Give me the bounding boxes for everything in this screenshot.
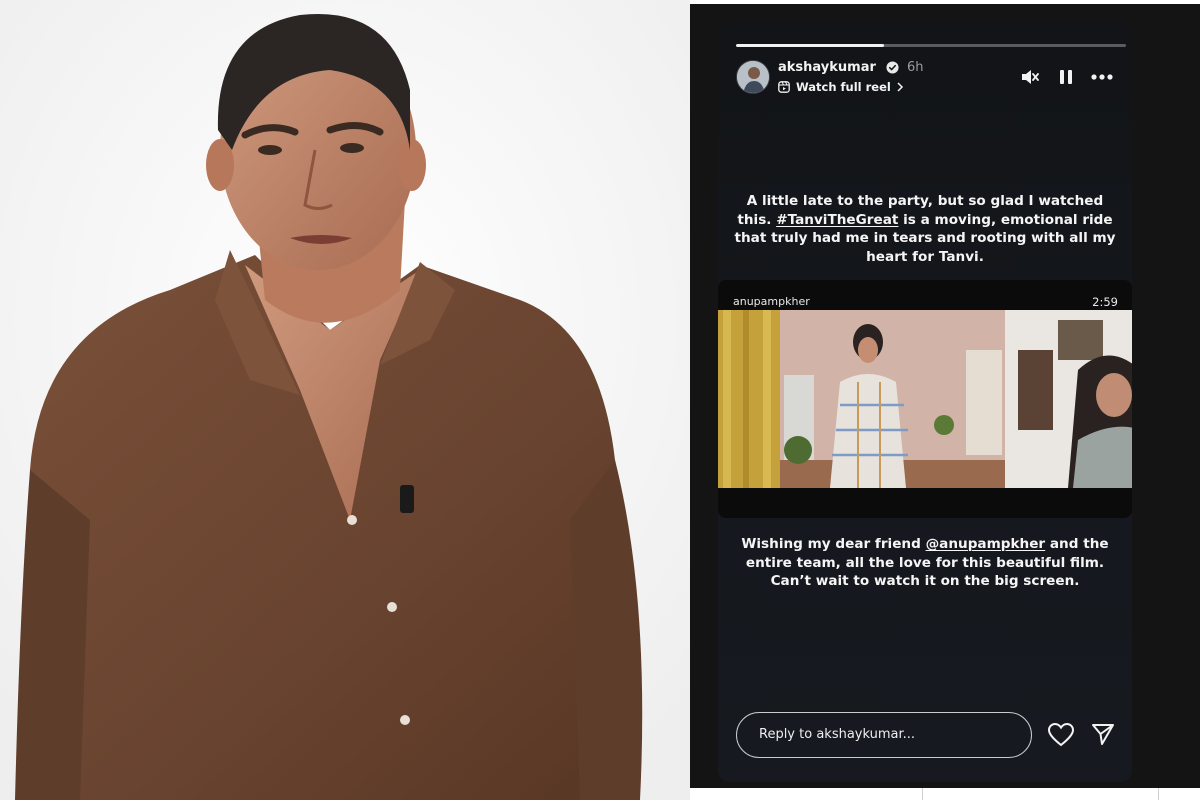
caption-line: that truly had me in tears and rooting w…	[734, 230, 1116, 246]
send-icon[interactable]	[1090, 721, 1116, 747]
story-caption-top: A little late to the party, but so glad …	[734, 192, 1116, 266]
story-caption-bottom: Wishing my dear friend @anupampkher and …	[734, 535, 1116, 591]
avatar[interactable]	[736, 60, 770, 94]
shared-reel-thumbnail[interactable]	[718, 310, 1132, 488]
bottom-border	[690, 788, 1200, 800]
caption-text: is a moving, emotional ride	[898, 211, 1113, 228]
pause-icon[interactable]	[1055, 66, 1077, 88]
caption-text: Wishing my dear friend	[741, 536, 926, 552]
story-username[interactable]: akshaykumar	[778, 60, 876, 75]
chevron-right-icon	[897, 82, 903, 92]
verified-badge-icon	[886, 61, 899, 74]
reply-input[interactable]: Reply to akshaykumar...	[736, 712, 1032, 758]
shared-reel-card[interactable]: anupampkher 2:59	[718, 280, 1132, 518]
caption-line: A little late to the party, but so glad …	[746, 193, 1104, 209]
shared-reel-username[interactable]: anupampkher	[733, 295, 810, 308]
story-card: akshaykumar 6h Watch full reel A little …	[718, 22, 1132, 782]
story-timestamp: 6h	[907, 60, 924, 75]
story-viewer: akshaykumar 6h Watch full reel A little …	[690, 4, 1200, 788]
story-progress-bar	[736, 44, 1126, 47]
caption-line: heart for Tanvi.	[866, 248, 984, 265]
heart-icon[interactable]	[1047, 722, 1075, 748]
divider	[1158, 788, 1159, 800]
reply-placeholder: Reply to akshaykumar...	[759, 727, 916, 742]
caption-line: this. #TanviTheGreat is a moving, emotio…	[734, 211, 1116, 230]
caption-line: Can’t wait to watch it on the big screen…	[770, 573, 1080, 589]
caption-line: Wishing my dear friend @anupampkher and …	[734, 535, 1116, 554]
story-header: akshaykumar 6h Watch full reel	[736, 58, 1126, 98]
story-progress-fill	[736, 44, 885, 47]
hashtag-link[interactable]: #TanviTheGreat	[776, 212, 898, 228]
shared-reel-duration: 2:59	[1092, 295, 1118, 309]
mute-icon[interactable]	[1019, 66, 1041, 88]
caption-line: entire team, all the love for this beaut…	[745, 554, 1105, 571]
watch-full-reel-label: Watch full reel	[796, 80, 891, 94]
caption-text: and the	[1045, 536, 1109, 552]
speaker-photo	[0, 0, 690, 800]
watch-full-reel-link[interactable]: Watch full reel	[778, 79, 904, 95]
caption-text: this.	[737, 211, 777, 228]
divider	[922, 788, 923, 800]
mention-link[interactable]: @anupampkher	[926, 536, 1046, 552]
reel-icon	[778, 81, 790, 93]
more-options-icon[interactable]	[1089, 66, 1115, 88]
